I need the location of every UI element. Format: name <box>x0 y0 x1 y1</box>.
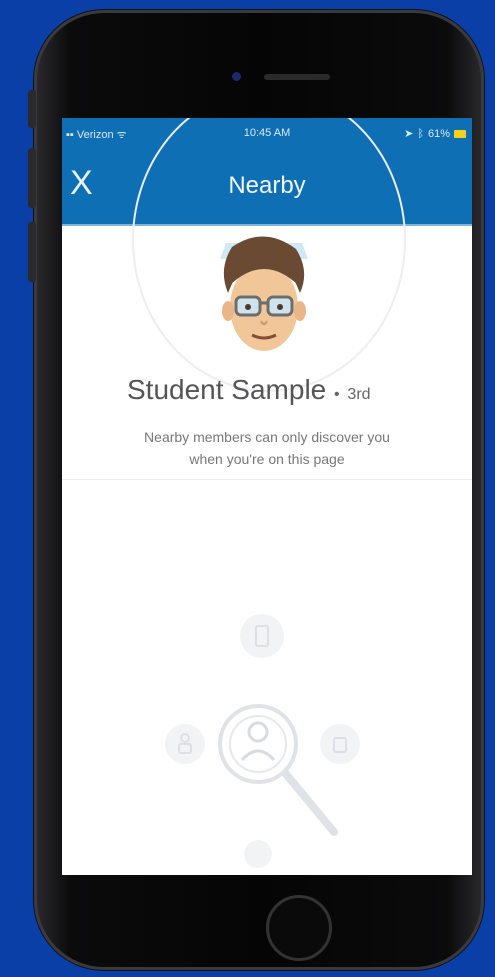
front-camera <box>232 72 241 81</box>
battery-icon <box>454 129 466 138</box>
app-screen: ▪▪ Verizon ᯤ 10:45 AM ➤ ᛒ 61% X Nearby S… <box>62 118 472 875</box>
profile-name-row: Student Sample • 3rd <box>127 374 371 406</box>
section-divider <box>62 479 472 480</box>
connection-degree: 3rd <box>347 386 371 403</box>
bluetooth-icon: ᛒ <box>417 127 424 140</box>
mute-switch <box>28 90 36 128</box>
info-line-2: when you're on this page <box>189 451 345 467</box>
home-button[interactable] <box>266 895 332 961</box>
info-line-1: Nearby members can only discover you <box>144 429 390 445</box>
info-text: Nearby members can only discover you whe… <box>62 426 472 470</box>
magnifier-person-icon <box>165 614 360 868</box>
volume-up-button <box>28 148 36 208</box>
battery-percent: 61% <box>427 127 450 140</box>
degree-separator: • <box>334 386 340 403</box>
earpiece-speaker <box>264 74 330 80</box>
profile-name: Student Sample <box>127 374 327 405</box>
avatar-illustration <box>214 231 314 357</box>
location-icon: ➤ <box>404 128 414 140</box>
volume-down-button <box>28 222 36 282</box>
status-right: ➤ ᛒ 61% <box>404 127 466 140</box>
avatar[interactable] <box>214 231 314 357</box>
